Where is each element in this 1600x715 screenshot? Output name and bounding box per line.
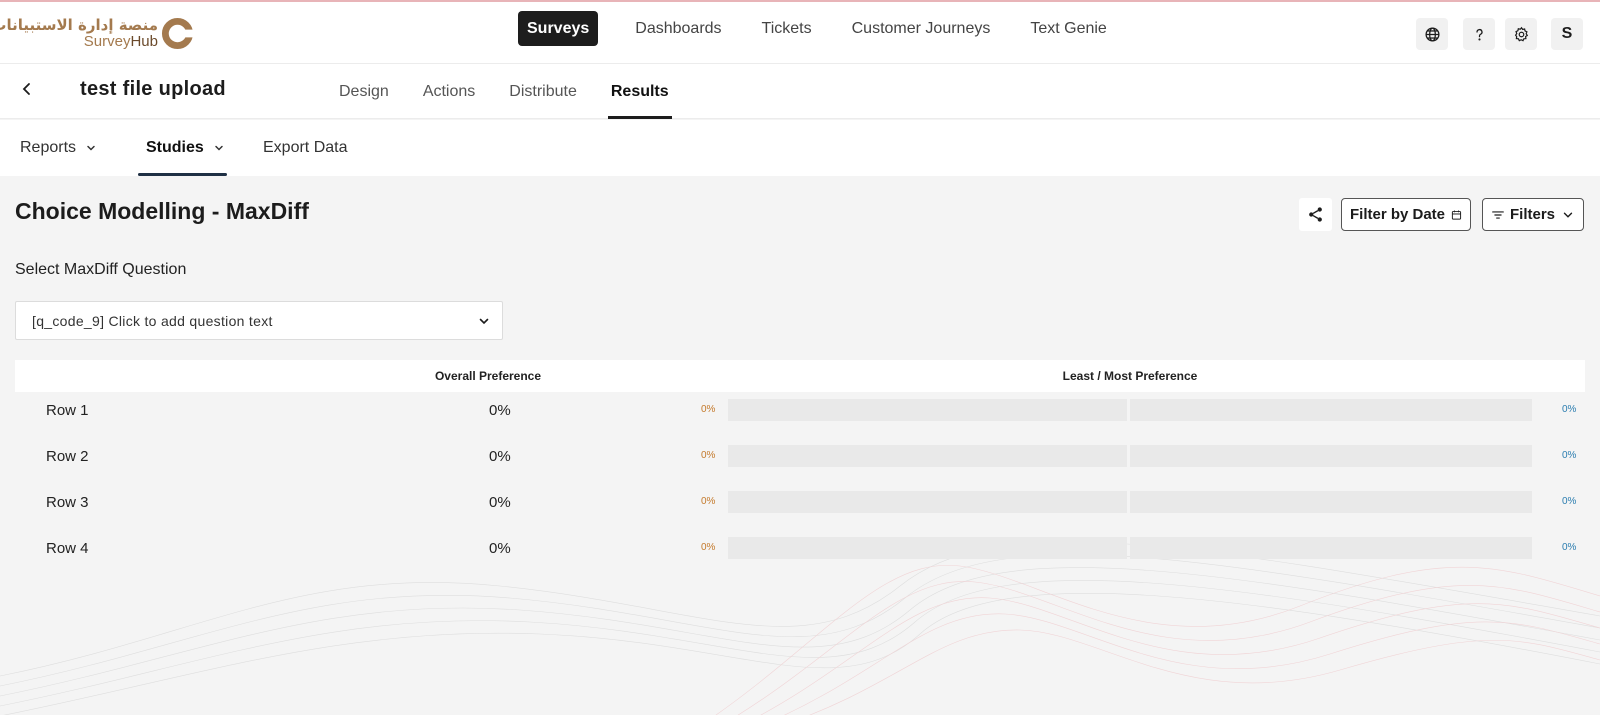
filter-icon xyxy=(1492,210,1504,219)
maxdiff-question-select[interactable]: [q_code_9] Click to add question text xyxy=(15,301,503,340)
settings-button[interactable] xyxy=(1505,18,1537,50)
filters-label: Filters xyxy=(1509,206,1555,223)
chevron-down-icon xyxy=(87,145,95,151)
main-content: Choice Modelling - MaxDiff Filter by Dat… xyxy=(0,176,1600,715)
least-percent: 0% xyxy=(701,496,716,507)
results-nav: Reports Studies Export Data xyxy=(0,120,1600,176)
filter-by-date-button[interactable]: Filter by Date xyxy=(1341,198,1471,231)
row-label: Row 3 xyxy=(46,494,89,511)
chevron-left-icon xyxy=(22,83,30,95)
table-row: Row 2 0% 0% 0% xyxy=(15,438,1585,484)
help-icon xyxy=(1475,28,1483,41)
row-label: Row 4 xyxy=(46,540,89,557)
least-preference-bar xyxy=(728,399,1127,421)
studies-menu[interactable]: Studies xyxy=(146,120,224,176)
main-nav: Surveys Dashboards Tickets Customer Jour… xyxy=(518,11,1132,46)
tab-actions[interactable]: Actions xyxy=(423,64,475,119)
survey-tabs: Design Actions Distribute Results xyxy=(339,64,703,119)
user-avatar[interactable]: S xyxy=(1551,18,1583,50)
col-least-most-preference: Least / Most Preference xyxy=(1062,369,1198,383)
least-percent: 0% xyxy=(701,404,716,415)
survey-header: test file upload Design Actions Distribu… xyxy=(0,64,1600,119)
overall-value: 0% xyxy=(489,402,511,419)
tab-distribute[interactable]: Distribute xyxy=(509,64,577,119)
tab-results[interactable]: Results xyxy=(607,64,672,119)
row-label: Row 1 xyxy=(46,402,89,419)
most-preference-bar xyxy=(1130,491,1532,513)
help-button[interactable] xyxy=(1463,18,1495,50)
filter-by-date-label: Filter by Date xyxy=(1350,206,1446,223)
most-preference-bar xyxy=(1130,445,1532,467)
calendar-icon xyxy=(1451,210,1462,220)
most-preference-bar xyxy=(1130,537,1532,559)
top-navbar: منصة إدارة الاستبيانات SurveyHub Surveys… xyxy=(0,2,1600,64)
least-preference-bar xyxy=(728,537,1127,559)
reports-menu[interactable]: Reports xyxy=(20,120,96,176)
nav-tickets[interactable]: Tickets xyxy=(747,11,827,46)
selected-question: [q_code_9] Click to add question text xyxy=(32,313,273,329)
page-title: Choice Modelling - MaxDiff xyxy=(15,198,309,224)
table-header: Overall Preference Least / Most Preferen… xyxy=(15,360,1585,392)
table-row: Row 1 0% 0% 0% xyxy=(15,392,1585,438)
tab-design[interactable]: Design xyxy=(339,64,389,119)
overall-value: 0% xyxy=(489,540,511,557)
col-overall-preference: Overall Preference xyxy=(434,369,542,383)
select-maxdiff-label: Select MaxDiff Question xyxy=(15,261,187,278)
most-preference-bar xyxy=(1130,399,1532,421)
least-percent: 0% xyxy=(701,450,716,461)
logo-arabic-text: منصة إدارة الاستبيانات xyxy=(0,16,158,34)
filters-button[interactable]: Filters xyxy=(1482,198,1584,231)
logo-name-part1: Survey xyxy=(83,33,131,50)
overall-value: 0% xyxy=(489,494,511,511)
chevron-down-icon xyxy=(479,318,489,325)
studies-menu-label: Studies xyxy=(146,139,204,156)
overall-value: 0% xyxy=(489,448,511,465)
least-preference-bar xyxy=(728,445,1127,467)
nav-surveys[interactable]: Surveys xyxy=(518,11,599,46)
nav-dashboards[interactable]: Dashboards xyxy=(620,11,736,46)
share-icon xyxy=(1309,207,1322,222)
reports-menu-label: Reports xyxy=(20,139,77,156)
share-button[interactable] xyxy=(1299,198,1332,231)
globe-icon xyxy=(1424,26,1440,42)
least-preference-bar xyxy=(728,491,1127,513)
row-label: Row 2 xyxy=(46,448,89,465)
logo-english-text: SurveyHub xyxy=(84,33,158,50)
most-percent: 0% xyxy=(1562,542,1577,553)
most-percent: 0% xyxy=(1562,404,1577,415)
table-row: Row 3 0% 0% 0% xyxy=(15,484,1585,530)
maxdiff-results-table: Overall Preference Least / Most Preferen… xyxy=(15,360,1585,560)
table-row: Row 4 0% 0% 0% xyxy=(15,530,1585,576)
back-button[interactable] xyxy=(16,78,38,100)
most-percent: 0% xyxy=(1562,496,1577,507)
chevron-down-icon xyxy=(1563,212,1573,218)
chevron-down-icon xyxy=(215,145,223,151)
logo-name-part2: Hub xyxy=(130,33,158,50)
gear-icon xyxy=(1514,26,1528,41)
export-data-link[interactable]: Export Data xyxy=(263,120,347,176)
nav-customer-journeys[interactable]: Customer Journeys xyxy=(837,11,1006,46)
most-percent: 0% xyxy=(1562,450,1577,461)
nav-text-genie[interactable]: Text Genie xyxy=(1015,11,1121,46)
survey-title: test file upload xyxy=(80,78,226,100)
logo-mark-icon xyxy=(161,17,194,50)
surveyhub-logo[interactable]: منصة إدارة الاستبيانات SurveyHub xyxy=(0,16,194,52)
least-percent: 0% xyxy=(701,542,716,553)
language-button[interactable] xyxy=(1416,18,1448,50)
